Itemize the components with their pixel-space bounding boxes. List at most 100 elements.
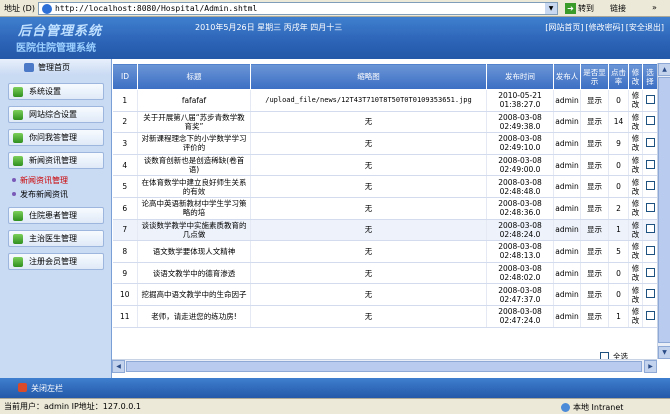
cell-author: admin [553, 175, 581, 198]
cell-title: 老师，请走进您的练功房! [137, 305, 251, 328]
sidebar-item-doctors[interactable]: 主治医生管理 [8, 230, 104, 247]
scroll-right-icon[interactable]: ▶ [644, 360, 657, 373]
row-select-checkbox[interactable] [645, 181, 655, 191]
sidebar-item-qa[interactable]: 你问我答管理 [8, 129, 104, 146]
sidebar-item-label: 网站综合设置 [29, 110, 77, 119]
edit-link[interactable]: 修改 [628, 262, 643, 285]
change-password-link[interactable]: [修改密码] [586, 22, 624, 33]
zone-label: 本地 Intranet [573, 403, 624, 412]
edit-link[interactable]: 修改 [628, 175, 643, 198]
row-select-checkbox[interactable] [645, 137, 655, 147]
cell-title: 谈语文教学中的德育渗透 [137, 262, 251, 285]
row-select-checkbox[interactable] [645, 94, 655, 104]
status-bar: 当前用户：admin IP地址：127.0.0.1 本地 Intranet [0, 398, 670, 414]
row-select-cell [642, 219, 658, 242]
cell-show: 显示 [580, 197, 609, 220]
cell-id: 1 [112, 89, 138, 112]
logout-link[interactable]: [安全退出] [626, 22, 664, 33]
go-arrow-icon: ➜ [565, 3, 576, 14]
cell-author: admin [553, 111, 581, 134]
cell-time: 2008-03-08 02:48:36.0 [486, 197, 554, 220]
vertical-scrollbar[interactable]: ▲ ▼ [657, 63, 670, 359]
scroll-down-icon[interactable]: ▼ [658, 346, 670, 359]
cell-time: 2008-03-08 02:47:37.0 [486, 283, 554, 306]
status-user-text: 当前用户：admin IP地址：127.0.0.1 [4, 402, 141, 411]
table-row: 10 挖掘高中语文教学中的生命因子无 2008-03-08 02:47:37.0 ad… [112, 283, 658, 306]
sidebar-item-news[interactable]: 新闻资讯管理 [8, 152, 104, 169]
cell-time: 2008-03-08 02:49:38.0 [486, 111, 554, 134]
cell-show: 显示 [580, 305, 609, 328]
scroll-left-icon[interactable]: ◀ [112, 360, 125, 373]
folder-icon [13, 109, 23, 120]
cell-id: 9 [112, 262, 138, 285]
edit-link[interactable]: 修改 [628, 111, 643, 134]
scroll-thumb[interactable] [126, 361, 642, 372]
cell-thumb: 无 [250, 154, 487, 177]
row-select-checkbox[interactable] [645, 202, 655, 212]
row-select-checkbox[interactable] [645, 310, 655, 320]
main-content: ID 标题 缩略图 发布时间 发布人 是否显示 点击率 修改 选择 1 fafaf… [112, 59, 670, 378]
url-input[interactable]: http://localhost:8080/Hospital/Admin.sht… [38, 2, 558, 15]
ie-page-icon [42, 3, 52, 14]
folder-icon [13, 256, 23, 267]
edit-link[interactable]: 修改 [628, 132, 643, 155]
row-select-checkbox[interactable] [645, 159, 655, 169]
cell-show: 显示 [580, 154, 609, 177]
close-sidebar-button[interactable]: 关闭左栏 [31, 383, 63, 394]
cell-clicks: 1 [608, 305, 629, 328]
cell-author: admin [553, 262, 581, 285]
cell-clicks: 0 [608, 283, 629, 306]
sidebar-subitem-news-manage[interactable]: 新闻资讯管理 [8, 173, 111, 187]
site-home-link[interactable]: [网站首页] [545, 22, 583, 33]
col-header-clicks: 点击率 [608, 63, 629, 90]
edit-link[interactable]: 修改 [628, 219, 643, 242]
edit-link[interactable]: 修改 [628, 305, 643, 328]
sidebar-item-system-settings[interactable]: 系统设置 [8, 83, 104, 100]
sidebar-subitem-label: 新闻资讯管理 [20, 175, 68, 185]
sidebar-subitem-news-publish[interactable]: 发布新闻资讯 [8, 187, 111, 201]
cell-show: 显示 [580, 240, 609, 263]
cell-time: 2008-03-08 02:48:02.0 [486, 262, 554, 285]
url-dropdown-icon[interactable]: ▼ [545, 3, 557, 14]
header-date: 2010年5月26日 星期三 丙戌年 四月十三 [195, 23, 343, 32]
row-select-checkbox[interactable] [645, 267, 655, 277]
cell-title: 谈谈数学教学中实施素质教育的几点做 [137, 219, 251, 242]
address-label: 地址 (D) [4, 3, 35, 13]
horizontal-scrollbar[interactable]: ◀ ▶ [112, 359, 657, 373]
table-header-row: ID 标题 缩略图 发布时间 发布人 是否显示 点击率 修改 选择 [112, 63, 658, 90]
sidebar-item-label: 主治医生管理 [29, 234, 77, 243]
sidebar-item-site-settings[interactable]: 网站综合设置 [8, 106, 104, 123]
sidebar-item-members[interactable]: 注册会员管理 [8, 253, 104, 270]
toolbar-chevron-icon[interactable]: » [652, 3, 657, 12]
bullet-icon [12, 192, 16, 196]
cell-show: 显示 [580, 89, 609, 112]
close-sidebar-icon[interactable] [18, 383, 27, 392]
edit-link[interactable]: 修改 [628, 283, 643, 306]
sidebar-item-patients[interactable]: 住院患者管理 [8, 207, 104, 224]
row-select-checkbox[interactable] [645, 245, 655, 255]
row-select-checkbox[interactable] [645, 116, 655, 126]
cell-author: admin [553, 240, 581, 263]
edit-link[interactable]: 修改 [628, 240, 643, 263]
row-select-cell [642, 154, 658, 177]
cell-clicks: 0 [608, 89, 629, 112]
cell-id: 5 [112, 175, 138, 198]
col-header-select: 选择 [642, 63, 658, 90]
row-select-checkbox[interactable] [645, 224, 655, 234]
sidebar-home[interactable]: 管理首页 [0, 59, 111, 75]
edit-link[interactable]: 修改 [628, 89, 643, 112]
go-button[interactable]: ➜ 转到 [565, 2, 594, 15]
edit-link[interactable]: 修改 [628, 154, 643, 177]
scroll-thumb[interactable] [658, 77, 670, 343]
cell-id: 2 [112, 111, 138, 134]
col-header-author: 发布人 [553, 63, 581, 90]
sidebar-item-label: 住院患者管理 [29, 211, 77, 220]
row-select-checkbox[interactable] [645, 289, 655, 299]
links-button[interactable]: 链接 [610, 3, 626, 14]
edit-link[interactable]: 修改 [628, 197, 643, 220]
scroll-up-icon[interactable]: ▲ [658, 63, 670, 76]
table-row: 8 语文数学要体现人文精神无 2008-03-08 02:48:13.0 admin 显… [112, 240, 658, 263]
sidebar-item-label: 你问我答管理 [29, 133, 77, 142]
cell-id: 11 [112, 305, 138, 328]
news-table: ID 标题 缩略图 发布时间 发布人 是否显示 点击率 修改 选择 1 fafaf… [112, 63, 658, 328]
